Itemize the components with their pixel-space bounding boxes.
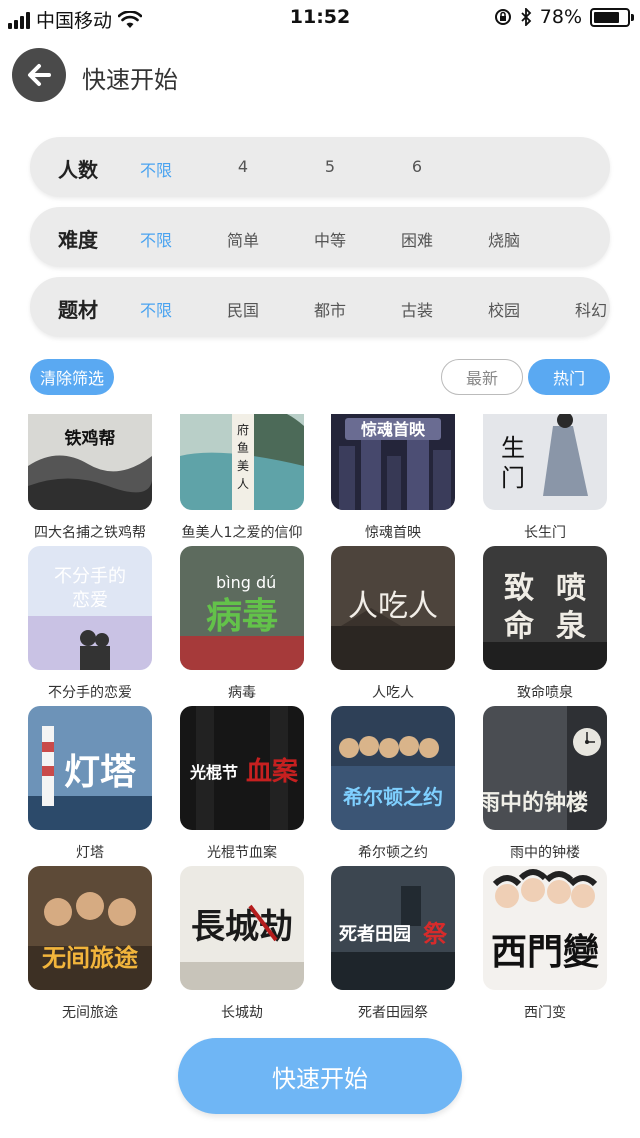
game-title: 人吃人	[372, 685, 414, 701]
game-cover: 不分手的 恋爱	[28, 546, 152, 670]
svg-text:光棍节: 光棍节	[189, 763, 238, 782]
svg-text:死者田园: 死者田园	[339, 924, 411, 945]
svg-text:不分手的: 不分手的	[54, 566, 126, 587]
svg-text:雨中的钟楼: 雨中的钟楼	[483, 790, 588, 816]
game-cover: 西門變	[483, 866, 607, 990]
game-title: 死者田园祭	[358, 1005, 428, 1021]
svg-text:恋爱: 恋爱	[72, 589, 108, 611]
filter-theme-label: 题材	[58, 298, 98, 322]
filter-theme-option[interactable]: 不限	[140, 297, 172, 321]
status-bar: 中国移动 11:52 78%	[0, 0, 640, 36]
arrow-left-icon	[28, 64, 51, 86]
battery-percent: 78%	[539, 6, 582, 28]
back-button[interactable]	[12, 48, 66, 102]
game-title: 光棍节血案	[207, 845, 277, 861]
svg-text:生: 生	[501, 434, 525, 462]
bluetooth-icon	[521, 8, 532, 26]
battery-icon	[590, 7, 634, 27]
clear-filters-button[interactable]: 清除筛选	[30, 359, 114, 395]
game-title: 长生门	[524, 525, 566, 541]
game-grid: 铁鸡帮 四大名捕之铁鸡帮 府鱼美人 鱼美人1之爱的信仰 惊魂首映 惊魂首映 生门…	[0, 414, 640, 1028]
game-title: 希尔顿之约	[358, 845, 428, 861]
game-title: 不分手的恋爱	[48, 685, 132, 701]
svg-text:美: 美	[237, 459, 249, 473]
svg-text:门: 门	[501, 464, 525, 492]
filter-theme-option[interactable]: 都市	[314, 297, 346, 321]
svg-text:dú: dú	[256, 573, 276, 592]
filter-difficulty-option[interactable]: 烧脑	[488, 227, 520, 251]
game-cover: 惊魂首映	[331, 414, 455, 510]
game-cover: 生门	[483, 414, 607, 510]
game-cover: 致命喷泉	[483, 546, 607, 670]
svg-text:铁鸡帮: 铁鸡帮	[65, 428, 116, 449]
game-cover: 死者田园祭	[331, 866, 455, 990]
svg-text:致: 致	[504, 571, 534, 606]
filter-players-option[interactable]: 6	[412, 157, 422, 176]
svg-text:祭: 祭	[423, 920, 448, 948]
game-title: 四大名捕之铁鸡帮	[34, 525, 146, 541]
quick-start-button[interactable]: 快速开始	[178, 1038, 462, 1114]
filter-players-option[interactable]: 5	[325, 157, 335, 176]
filter-difficulty-option[interactable]: 困难	[401, 227, 433, 251]
game-cover: 无间旅途	[28, 866, 152, 990]
filter-players-option[interactable]: 4	[238, 157, 248, 176]
filter-players-row: 人数 不限 4 5 6	[30, 137, 610, 197]
svg-text:病毒: 病毒	[206, 596, 278, 637]
game-title: 鱼美人1之爱的信仰	[181, 525, 303, 541]
svg-text:人吃人: 人吃人	[348, 589, 438, 624]
filter-difficulty-option[interactable]: 不限	[140, 227, 172, 251]
svg-text:泉: 泉	[556, 609, 586, 644]
filter-difficulty-label: 难度	[58, 228, 98, 252]
game-cover: 光棍节 血案	[180, 706, 304, 830]
status-right: 78%	[494, 6, 634, 28]
page-title: 快速开始	[82, 66, 178, 94]
svg-text:无间旅途: 无间旅途	[42, 944, 139, 972]
game-title: 病毒	[228, 685, 256, 701]
filter-players-label: 人数	[58, 158, 98, 182]
filter-players-option[interactable]: 不限	[140, 157, 172, 181]
svg-text:長城劫: 長城劫	[191, 907, 293, 947]
game-cover: 希尔顿之约	[331, 706, 455, 830]
sort-hot-button[interactable]: 热门	[528, 359, 610, 395]
game-cover: 铁鸡帮	[28, 414, 152, 510]
filter-difficulty-option[interactable]: 中等	[314, 227, 346, 251]
filter-theme-option[interactable]: 科幻	[575, 297, 607, 321]
game-title: 灯塔	[76, 845, 104, 861]
svg-text:人: 人	[237, 477, 249, 491]
svg-text:血案: 血案	[246, 756, 299, 787]
game-cover: bìng dú 病毒	[180, 546, 304, 670]
game-cover: 人吃人	[331, 546, 455, 670]
rotation-lock-icon	[494, 9, 511, 25]
svg-text:灯塔: 灯塔	[64, 752, 137, 793]
nav-bar: 快速开始	[0, 44, 640, 106]
sort-newest-button[interactable]: 最新	[441, 359, 523, 395]
svg-text:惊魂首映: 惊魂首映	[361, 420, 426, 439]
filter-difficulty-row: 难度 不限 简单 中等 困难 烧脑	[30, 207, 610, 267]
svg-text:西門變: 西門變	[491, 931, 599, 973]
svg-text:命: 命	[504, 609, 535, 644]
svg-text:bìng: bìng	[216, 573, 251, 592]
game-cover: 雨中的钟楼	[483, 706, 607, 830]
filter-difficulty-option[interactable]: 简单	[227, 227, 259, 251]
filter-theme-option[interactable]: 民国	[227, 297, 259, 321]
game-cover: 府鱼美人	[180, 414, 304, 510]
game-cover: 長城劫	[180, 866, 304, 990]
svg-text:府: 府	[237, 422, 249, 437]
game-title: 致命喷泉	[517, 685, 573, 701]
game-title: 雨中的钟楼	[510, 845, 580, 861]
game-title: 长城劫	[221, 1005, 263, 1021]
game-title: 惊魂首映	[365, 525, 421, 541]
filter-theme-option[interactable]: 古装	[401, 297, 433, 321]
game-title: 无间旅途	[62, 1005, 118, 1021]
filter-theme-row: 题材 不限 民国 都市 古装 校园 科幻	[30, 277, 610, 337]
filter-theme-option[interactable]: 校园	[488, 297, 520, 321]
svg-text:喷: 喷	[556, 571, 586, 606]
game-cover: 灯塔	[28, 706, 152, 830]
svg-text:鱼: 鱼	[237, 441, 249, 455]
game-title: 西门变	[524, 1005, 566, 1021]
svg-text:希尔顿之约: 希尔顿之约	[343, 785, 443, 809]
